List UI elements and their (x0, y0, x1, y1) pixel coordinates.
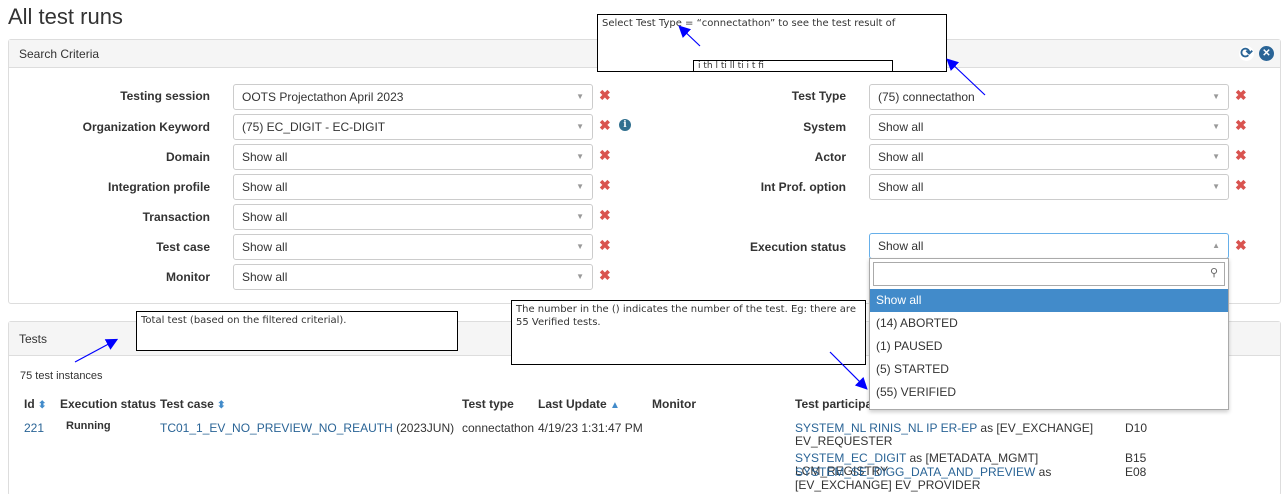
test-type-label: Test Type (791, 89, 846, 103)
chevron-down-icon: ▼ (1212, 152, 1220, 161)
monitor-select[interactable]: Show all ▼ (233, 264, 593, 290)
callout-number: The number in the () indicates the numbe… (511, 300, 866, 365)
participant-3-role2: [EV_EXCHANGE] EV_PROVIDER (795, 478, 981, 492)
test-case-select[interactable]: Show all ▼ (233, 234, 593, 260)
chevron-up-icon: ▲ (1212, 241, 1220, 250)
test-instance-count: 75 test instances (20, 370, 103, 382)
clear-domain-icon[interactable]: ✖ (599, 147, 611, 164)
sort-icon: ⬍ (38, 400, 47, 411)
sort-icon: ⬍ (217, 400, 226, 411)
col-id-header[interactable]: Id ⬍ (24, 397, 46, 411)
clear-test-type-icon[interactable]: ✖ (1235, 87, 1247, 104)
execution-status-label: Execution status (749, 240, 846, 254)
clear-int-prof-option-icon[interactable]: ✖ (1235, 177, 1247, 194)
callout-total-text: Total test (based on the filtered criter… (141, 315, 347, 326)
integration-profile-select[interactable]: Show all ▼ (233, 174, 593, 200)
testing-session-label: Testing session (120, 89, 210, 103)
chevron-down-icon: ▼ (576, 152, 584, 161)
test-type-select[interactable]: (75) connectathon ▼ (869, 84, 1229, 110)
chevron-down-icon: ▼ (576, 182, 584, 191)
col-monitor-header: Monitor (652, 397, 696, 411)
chevron-down-icon: ▼ (576, 242, 584, 251)
participant-2-table: B15 (1125, 451, 1147, 465)
close-circle-icon[interactable]: ✕ (1259, 46, 1274, 61)
system-select[interactable]: Show all ▼ (869, 114, 1229, 140)
actor-label: Actor (814, 150, 846, 164)
dropdown-option[interactable]: (14) ABORTED (870, 312, 1228, 335)
refresh-icon[interactable]: ⟳ (1239, 46, 1254, 61)
dropdown-search-input[interactable]: ⚲ (873, 262, 1225, 286)
participant-1-table: D10 (1125, 421, 1148, 435)
domain-label: Domain (165, 150, 210, 164)
actor-select[interactable]: Show all ▼ (869, 144, 1229, 170)
dropdown-option[interactable]: (1) PAUSED (870, 335, 1228, 358)
chevron-down-icon: ▼ (576, 122, 584, 131)
col-last-update-header[interactable]: Last Update ▲ (538, 397, 620, 411)
dropdown-option[interactable]: Show all (870, 289, 1228, 312)
participant-2-system-link[interactable]: SYSTEM_EC_DIGIT (795, 451, 906, 465)
testing-session-select[interactable]: OOTS Projectathon April 2023 ▼ (233, 84, 593, 110)
chevron-down-icon: ▼ (576, 212, 584, 221)
info-icon[interactable]: i (619, 119, 631, 131)
col-execution-status-header: Execution status (60, 397, 157, 411)
system-label: System (803, 120, 846, 134)
callout-test-type-text: Select Test Type = “connectathon” to see… (602, 18, 896, 29)
participant-3-table: E08 (1125, 465, 1147, 479)
search-icon: ⚲ (1209, 267, 1218, 279)
row-test-case: TC01_1_EV_NO_PREVIEW_NO_REAUTH (2023JUN) (160, 422, 454, 435)
test-case-label: Test case (156, 240, 210, 254)
chevron-down-icon: ▼ (576, 272, 584, 281)
chevron-down-icon: ▼ (1212, 182, 1220, 191)
callout-number-text: The number in the () indicates the numbe… (516, 304, 856, 328)
callout-test-type-clipped: i th l ti ll ti i t fi (693, 60, 893, 72)
row-test-case-suffix: (2023JUN) (396, 421, 455, 435)
sort-asc-icon: ▲ (610, 400, 620, 411)
chevron-down-icon: ▼ (1212, 122, 1220, 131)
participant-1-role: as [EV_EXCHANGE] (980, 421, 1094, 435)
clear-execution-status-icon[interactable]: ✖ (1235, 237, 1247, 254)
organization-keyword-label: Organization Keyword (82, 120, 210, 134)
row-id-link[interactable]: 221 (24, 422, 44, 435)
transaction-select[interactable]: Show all ▼ (233, 204, 593, 230)
clear-organization-keyword-icon[interactable]: ✖ (599, 117, 611, 134)
clear-actor-icon[interactable]: ✖ (1235, 147, 1247, 164)
clear-transaction-icon[interactable]: ✖ (599, 207, 611, 224)
row-test-case-link[interactable]: TC01_1_EV_NO_PREVIEW_NO_REAUTH (160, 421, 393, 435)
monitor-label: Monitor (166, 270, 210, 284)
clear-testing-session-icon[interactable]: ✖ (599, 87, 611, 104)
callout-test-type-clipped-text: i th l ti ll ti i t fi (698, 61, 764, 71)
organization-keyword-select[interactable]: (75) EC_DIGIT - EC-DIGIT ▼ (233, 114, 593, 140)
participant-1: SYSTEM_NL RINIS_NL IP ER-EP as [EV_EXCHA… (795, 422, 1115, 448)
integration-profile-label: Integration profile (108, 180, 210, 194)
participant-3-system-link[interactable]: SYSTEM_SE_DIGG_DATA_AND_PREVIEW (795, 465, 1035, 479)
clear-integration-profile-icon[interactable]: ✖ (599, 177, 611, 194)
dropdown-option[interactable]: (55) VERIFIED (870, 381, 1228, 404)
int-prof-option-label: Int Prof. option (760, 180, 846, 194)
domain-select[interactable]: Show all ▼ (233, 144, 593, 170)
row-last-update: 4/19/23 1:31:47 PM (538, 421, 643, 435)
col-test-type-header: Test type (462, 397, 514, 411)
col-test-participants-header: Test participan (795, 397, 880, 411)
clear-system-icon[interactable]: ✖ (1235, 117, 1247, 134)
clear-monitor-icon[interactable]: ✖ (599, 267, 611, 284)
participant-3-role: as (1038, 465, 1052, 479)
transaction-label: Transaction (142, 210, 210, 224)
participant-3: SYSTEM_SE_DIGG_DATA_AND_PREVIEW as [EV_EX… (795, 466, 1115, 492)
execution-status-select[interactable]: Show all ▲ (869, 233, 1229, 259)
chevron-down-icon: ▼ (1212, 92, 1220, 101)
clear-test-case-icon[interactable]: ✖ (599, 237, 611, 254)
int-prof-option-select[interactable]: Show all ▼ (869, 174, 1229, 200)
dropdown-option[interactable]: (5) STARTED (870, 358, 1228, 381)
participant-1-system-link[interactable]: SYSTEM_NL RINIS_NL IP ER-EP (795, 421, 977, 435)
col-test-case-header[interactable]: Test case ⬍ (160, 397, 226, 411)
callout-total: Total test (based on the filtered criter… (136, 311, 458, 351)
row-test-type: connectathon (462, 421, 535, 435)
chevron-down-icon: ▼ (576, 92, 584, 101)
row-status: Running (66, 420, 111, 432)
participant-1-role2: EV_REQUESTER (795, 434, 893, 448)
page-title: All test runs (8, 4, 123, 29)
execution-status-dropdown: ⚲ Show all (14) ABORTED (1) PAUSED (5) S… (869, 258, 1229, 410)
